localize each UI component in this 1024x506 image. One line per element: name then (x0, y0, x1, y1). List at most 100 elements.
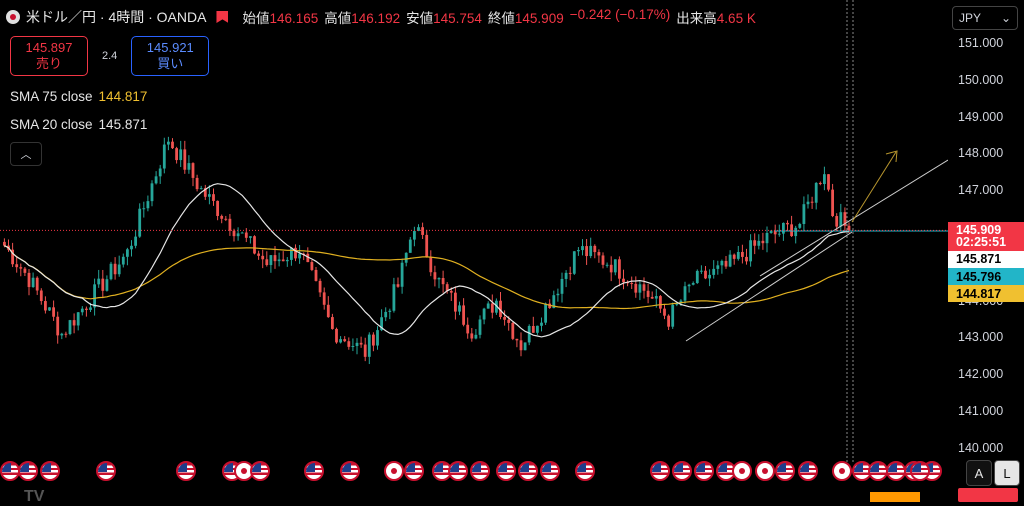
price-tick-label: 150.000 (958, 72, 1004, 87)
close-value: 145.909 (514, 11, 564, 26)
tradingview-logo-icon: TV (24, 488, 45, 505)
price-tick-label: 142.000 (958, 367, 1004, 382)
price-tick-label: 141.000 (958, 404, 1004, 418)
candle-body (249, 236, 252, 238)
candle-body (597, 252, 601, 256)
candle-body (273, 255, 277, 262)
us-flag-event-icon[interactable] (496, 461, 516, 481)
sma75-value: 144.817 (98, 89, 148, 104)
us-flag-event-icon[interactable] (672, 461, 692, 481)
candle-body (794, 227, 798, 237)
chart-header: 米ドル／円 · 4時間 · OANDA 始値146.165 高値146.192 … (6, 4, 756, 30)
candle-body (745, 256, 748, 262)
price-tick-label: 147.000 (958, 183, 1004, 198)
candle-body (507, 319, 511, 323)
candle-body (93, 284, 96, 308)
auto-scale-button[interactable]: A (966, 460, 992, 486)
us-flag-event-icon[interactable] (18, 461, 38, 481)
us-flag-event-icon[interactable] (0, 461, 20, 481)
high-value: 146.192 (351, 11, 401, 26)
candle-body (19, 267, 23, 269)
buy-price: 145.921 (146, 40, 194, 55)
candle-body (421, 227, 424, 235)
us-flag-event-icon[interactable] (694, 461, 714, 481)
candle-body (810, 201, 814, 203)
chevron-up-icon: ︿ (20, 149, 32, 161)
candle-body (687, 284, 691, 287)
candle-body (322, 292, 326, 305)
candle-body (388, 310, 392, 312)
candle-body (847, 225, 851, 231)
us-flag-event-icon[interactable] (868, 461, 888, 481)
candle-body (64, 333, 68, 335)
volume-value: 4.65 K (716, 11, 756, 26)
candle-body (343, 339, 347, 342)
us-flag-event-icon[interactable] (910, 461, 930, 481)
candle-body (564, 272, 568, 279)
price-tick-label: 143.000 (958, 330, 1004, 345)
candle-body (158, 168, 162, 177)
candle-body (3, 241, 6, 246)
log-scale-button[interactable]: L (994, 460, 1020, 486)
candle-body (827, 174, 830, 190)
currency-select[interactable]: JPY ⌄ (952, 6, 1018, 30)
us-flag-event-icon[interactable] (775, 461, 795, 481)
candle-body (486, 303, 490, 309)
candle-body (72, 320, 76, 326)
candle-body (622, 278, 625, 283)
price-tick-label: 140.000 (958, 440, 1004, 455)
candle-body (257, 253, 260, 256)
candle-body (367, 334, 371, 357)
candle-body (634, 283, 638, 293)
us-flag-event-icon[interactable] (886, 461, 906, 481)
candle-body (183, 149, 187, 170)
jp-flag-event-icon[interactable] (732, 461, 752, 481)
candle-body (757, 240, 761, 246)
us-flag-event-icon[interactable] (340, 461, 360, 481)
sma20-legend[interactable]: SMA 20 close 145.871 (10, 117, 147, 132)
collapse-legend-button[interactable]: ︿ (10, 142, 42, 166)
candle-body (39, 290, 43, 302)
bookmark-icon[interactable] (216, 11, 229, 23)
us-flag-event-icon[interactable] (650, 461, 670, 481)
us-flag-event-icon[interactable] (540, 461, 560, 481)
candle-body (659, 296, 662, 309)
sma20-value: 145.871 (98, 117, 148, 132)
candle-body (208, 194, 211, 197)
us-flag-event-icon[interactable] (404, 461, 424, 481)
us-flag-event-icon[interactable] (176, 461, 196, 481)
candle-body (589, 245, 593, 257)
us-flag-event-icon[interactable] (470, 461, 490, 481)
low-label: 安値 (406, 11, 434, 26)
candle-body (605, 264, 609, 266)
candle-body (48, 307, 51, 311)
trendline-lower (685, 231, 853, 342)
sma75-legend[interactable]: SMA 75 close 144.817 (10, 89, 147, 104)
candle-body (244, 232, 248, 238)
candle-body (326, 304, 330, 318)
candle-body (585, 246, 588, 257)
candle-body (80, 308, 84, 313)
us-flag-event-icon[interactable] (448, 461, 468, 481)
candle-body (835, 216, 839, 227)
candle-body (732, 254, 736, 259)
candle-body (466, 324, 470, 334)
us-flag-event-icon[interactable] (798, 461, 818, 481)
candle-body (425, 234, 429, 258)
buy-button[interactable]: 145.921 買い (131, 36, 210, 76)
jp-flag-event-icon[interactable] (832, 461, 852, 481)
price-tick-label: 148.000 (958, 146, 1004, 161)
candle-body (162, 144, 166, 169)
us-flag-event-icon[interactable] (96, 461, 116, 481)
us-flag-event-icon[interactable] (304, 461, 324, 481)
symbol-title[interactable]: 米ドル／円 · 4時間 · OANDA (26, 7, 206, 27)
sell-button[interactable]: 145.897 売り (10, 36, 88, 76)
us-flag-event-icon[interactable] (575, 461, 595, 481)
jp-flag-event-icon[interactable] (755, 461, 775, 481)
us-flag-event-icon[interactable] (250, 461, 270, 481)
us-flag-event-icon[interactable] (518, 461, 538, 481)
candle-body (560, 278, 564, 294)
us-flag-event-icon[interactable] (40, 461, 60, 481)
candle-body (462, 305, 465, 325)
jp-flag-event-icon[interactable] (384, 461, 404, 481)
